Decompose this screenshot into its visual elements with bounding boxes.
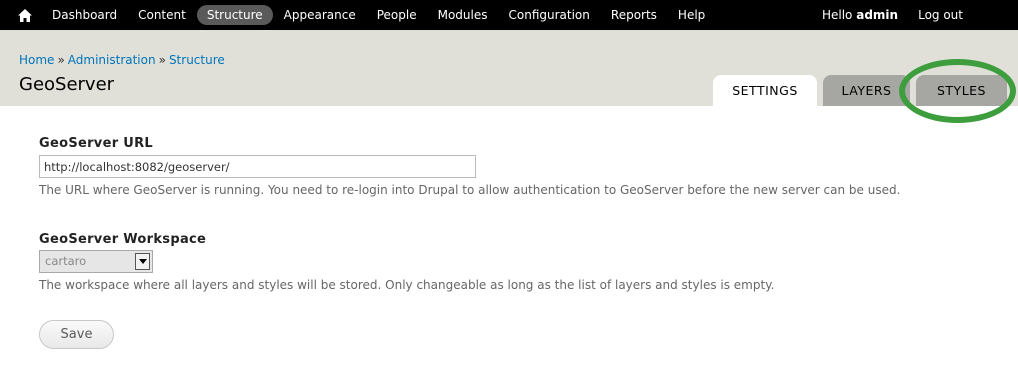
logout-link[interactable]: Log out xyxy=(918,8,963,22)
toolbar-menu: Dashboard Content Structure Appearance P… xyxy=(42,0,716,30)
settings-form: GeoServer URL The URL where GeoServer is… xyxy=(39,136,999,349)
breadcrumb-separator: » xyxy=(158,53,166,67)
menu-item-people[interactable]: People xyxy=(367,5,427,25)
user-area: Hello admin Log out xyxy=(822,0,1018,30)
menu-item-configuration[interactable]: Configuration xyxy=(499,5,600,25)
workspace-field-group: GeoServer Workspace cartaro The workspac… xyxy=(39,232,774,292)
tab-layers[interactable]: LAYERS xyxy=(823,75,910,106)
menu-item-help[interactable]: Help xyxy=(668,5,715,25)
admin-toolbar: Dashboard Content Structure Appearance P… xyxy=(0,0,1018,30)
home-link[interactable] xyxy=(16,6,34,24)
breadcrumb-administration[interactable]: Administration xyxy=(68,53,156,67)
workspace-field-label: GeoServer Workspace xyxy=(39,232,207,247)
primary-tabs: SETTINGS LAYERS STYLES xyxy=(713,75,1013,106)
dropdown-arrow-icon xyxy=(135,253,150,270)
menu-item-structure[interactable]: Structure xyxy=(196,5,273,25)
chevron-down-icon xyxy=(138,259,147,264)
menu-item-content[interactable]: Content xyxy=(128,5,196,25)
username[interactable]: admin xyxy=(856,8,898,22)
tab-settings[interactable]: SETTINGS xyxy=(713,75,817,106)
user-greeting: Hello admin xyxy=(822,8,898,22)
breadcrumb-home[interactable]: Home xyxy=(19,53,54,67)
url-field-description: The URL where GeoServer is running. You … xyxy=(39,183,901,197)
home-icon xyxy=(18,8,32,22)
url-field-label: GeoServer URL xyxy=(39,136,153,151)
url-field-group: GeoServer URL The URL where GeoServer is… xyxy=(39,136,999,197)
menu-item-dashboard[interactable]: Dashboard xyxy=(42,5,127,25)
breadcrumb-separator: » xyxy=(57,53,65,67)
page-title: GeoServer xyxy=(19,74,115,95)
greeting-prefix: Hello xyxy=(821,8,853,22)
workspace-select-value: cartaro xyxy=(45,254,87,268)
menu-item-modules[interactable]: Modules xyxy=(428,5,498,25)
tab-styles[interactable]: STYLES xyxy=(916,75,1007,106)
breadcrumb-structure[interactable]: Structure xyxy=(169,53,225,67)
save-button[interactable]: Save xyxy=(39,320,114,349)
workspace-select[interactable]: cartaro xyxy=(39,250,153,273)
menu-item-appearance[interactable]: Appearance xyxy=(274,5,366,25)
geoserver-url-input[interactable] xyxy=(39,155,476,178)
breadcrumb: Home» Administration» Structure xyxy=(19,53,225,67)
menu-item-reports[interactable]: Reports xyxy=(601,5,667,25)
workspace-field-description: The workspace where all layers and style… xyxy=(39,278,775,292)
